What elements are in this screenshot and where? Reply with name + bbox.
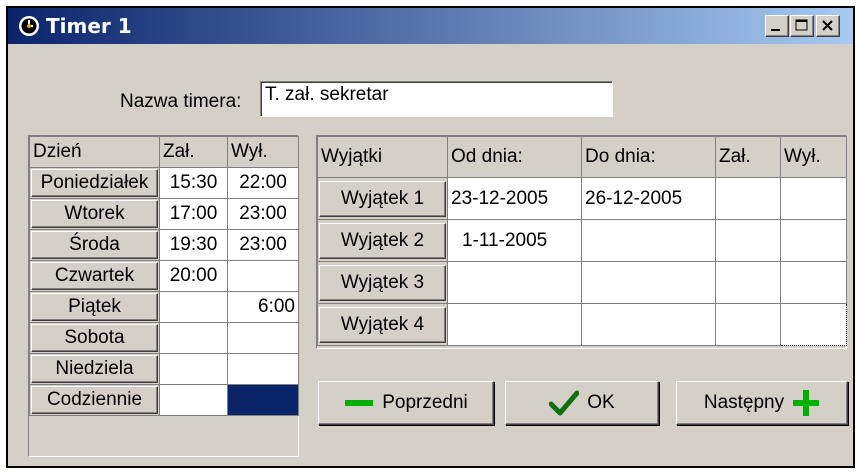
table-row: Wyjątek 4 — [317, 303, 847, 346]
on-time-cell[interactable] — [159, 353, 228, 385]
day-button-daily[interactable]: Codziennie — [29, 384, 160, 416]
maximize-button[interactable] — [790, 15, 814, 37]
off-time-cell[interactable]: 23:00 — [227, 198, 299, 230]
header-on: Zał. — [715, 136, 781, 178]
previous-button[interactable]: Poprzedni — [318, 381, 494, 425]
exception-button-3[interactable]: Wyjątek 3 — [317, 261, 448, 304]
maximize-icon — [795, 19, 808, 31]
day-button-monday[interactable]: Poniedziałek — [29, 167, 160, 199]
header-off: Wył. — [780, 136, 847, 178]
header-from: Od dnia: — [447, 136, 582, 178]
to-date-cell[interactable] — [581, 261, 716, 304]
off-time-cell[interactable] — [780, 261, 847, 304]
day-button-saturday[interactable]: Sobota — [29, 322, 160, 354]
on-time-cell[interactable] — [715, 177, 781, 220]
to-date-cell[interactable] — [581, 219, 716, 262]
exceptions-table-header: Wyjątki Od dnia: Do dnia: Zał. Wył. — [317, 136, 847, 178]
clock-icon — [19, 16, 39, 36]
on-time-cell[interactable]: 20:00 — [159, 260, 228, 292]
off-time-cell-selected[interactable] — [227, 384, 299, 416]
previous-button-label: Poprzedni — [382, 392, 468, 413]
on-time-cell[interactable] — [159, 322, 228, 354]
header-day: Dzień — [29, 136, 160, 168]
from-date-cell[interactable] — [447, 261, 582, 304]
off-time-cell[interactable] — [227, 353, 299, 385]
from-date-cell[interactable] — [447, 303, 582, 346]
on-time-cell[interactable]: 15:30 — [159, 167, 228, 199]
title-bar[interactable]: Timer 1 — [8, 8, 853, 44]
on-time-cell[interactable] — [715, 219, 781, 262]
header-exceptions: Wyjątki — [317, 136, 448, 178]
day-button-friday[interactable]: Piątek — [29, 291, 160, 323]
table-row: Czwartek 20:00 — [29, 260, 299, 292]
table-row: Środa 19:30 23:00 — [29, 229, 299, 261]
on-time-cell[interactable]: 17:00 — [159, 198, 228, 230]
days-table: Dzień Zał. Wył. Poniedziałek 15:30 22:00… — [29, 136, 299, 416]
day-button-thursday[interactable]: Czwartek — [29, 260, 160, 292]
table-row: Poniedziałek 15:30 22:00 — [29, 167, 299, 199]
close-icon — [822, 20, 833, 31]
from-date-cell[interactable]: 1-11-2005 — [447, 219, 582, 262]
next-button-label: Następny — [703, 392, 785, 413]
off-time-cell[interactable] — [780, 177, 847, 220]
off-time-cell[interactable]: 6:00 — [227, 291, 299, 323]
on-time-cell[interactable] — [159, 291, 228, 323]
minimize-icon — [771, 29, 780, 31]
header-to: Do dnia: — [581, 136, 716, 178]
exception-button-1[interactable]: Wyjątek 1 — [317, 177, 448, 220]
header-on: Zał. — [159, 136, 228, 168]
window-title: Timer 1 — [46, 14, 132, 38]
off-time-cell[interactable]: 22:00 — [227, 167, 299, 199]
off-time-cell[interactable] — [780, 219, 847, 262]
ok-button-label: OK — [587, 392, 615, 413]
minimize-button[interactable] — [765, 15, 789, 37]
checkmark-icon — [549, 390, 580, 416]
from-date-cell[interactable]: 23-12-2005 — [447, 177, 582, 220]
off-time-cell[interactable] — [227, 260, 299, 292]
exception-button-4[interactable]: Wyjątek 4 — [317, 303, 448, 346]
table-row: Wyjątek 1 23-12-2005 26-12-2005 — [317, 177, 847, 220]
exceptions-table: Wyjątki Od dnia: Do dnia: Zał. Wył. Wyją… — [317, 136, 847, 346]
timer-name-label: Nazwa timera: — [120, 91, 242, 112]
on-time-cell[interactable] — [159, 384, 228, 416]
table-row: Sobota — [29, 322, 299, 354]
day-button-wednesday[interactable]: Środa — [29, 229, 160, 261]
day-button-sunday[interactable]: Niedziela — [29, 353, 160, 385]
plus-icon — [793, 390, 820, 416]
on-time-cell[interactable] — [715, 261, 781, 304]
close-button[interactable] — [816, 15, 840, 37]
off-time-cell[interactable] — [227, 322, 299, 354]
table-row: Wyjątek 3 — [317, 261, 847, 304]
off-time-cell-focused[interactable] — [780, 303, 847, 346]
to-date-cell[interactable] — [581, 303, 716, 346]
table-row: Niedziela — [29, 353, 299, 385]
on-time-cell[interactable]: 19:30 — [159, 229, 228, 261]
off-time-cell[interactable]: 23:00 — [227, 229, 299, 261]
header-off: Wył. — [227, 136, 299, 168]
table-row: Codziennie — [29, 384, 299, 416]
next-button[interactable]: Następny — [676, 381, 848, 425]
on-time-cell[interactable] — [715, 303, 781, 346]
table-row: Piątek 6:00 — [29, 291, 299, 323]
exception-button-2[interactable]: Wyjątek 2 — [317, 219, 448, 262]
timer-name-input[interactable]: T. zał. sekretar — [260, 81, 613, 117]
table-row: Wyjątek 2 1-11-2005 — [317, 219, 847, 262]
minus-icon — [345, 400, 374, 406]
days-table-header: Dzień Zał. Wył. — [29, 136, 299, 168]
timer-window: Timer 1 Nazwa timera: T. zał. sekretar D… — [6, 6, 855, 468]
to-date-cell[interactable]: 26-12-2005 — [581, 177, 716, 220]
table-row: Wtorek 17:00 23:00 — [29, 198, 299, 230]
ok-button[interactable]: OK — [505, 381, 659, 425]
day-button-tuesday[interactable]: Wtorek — [29, 198, 160, 230]
